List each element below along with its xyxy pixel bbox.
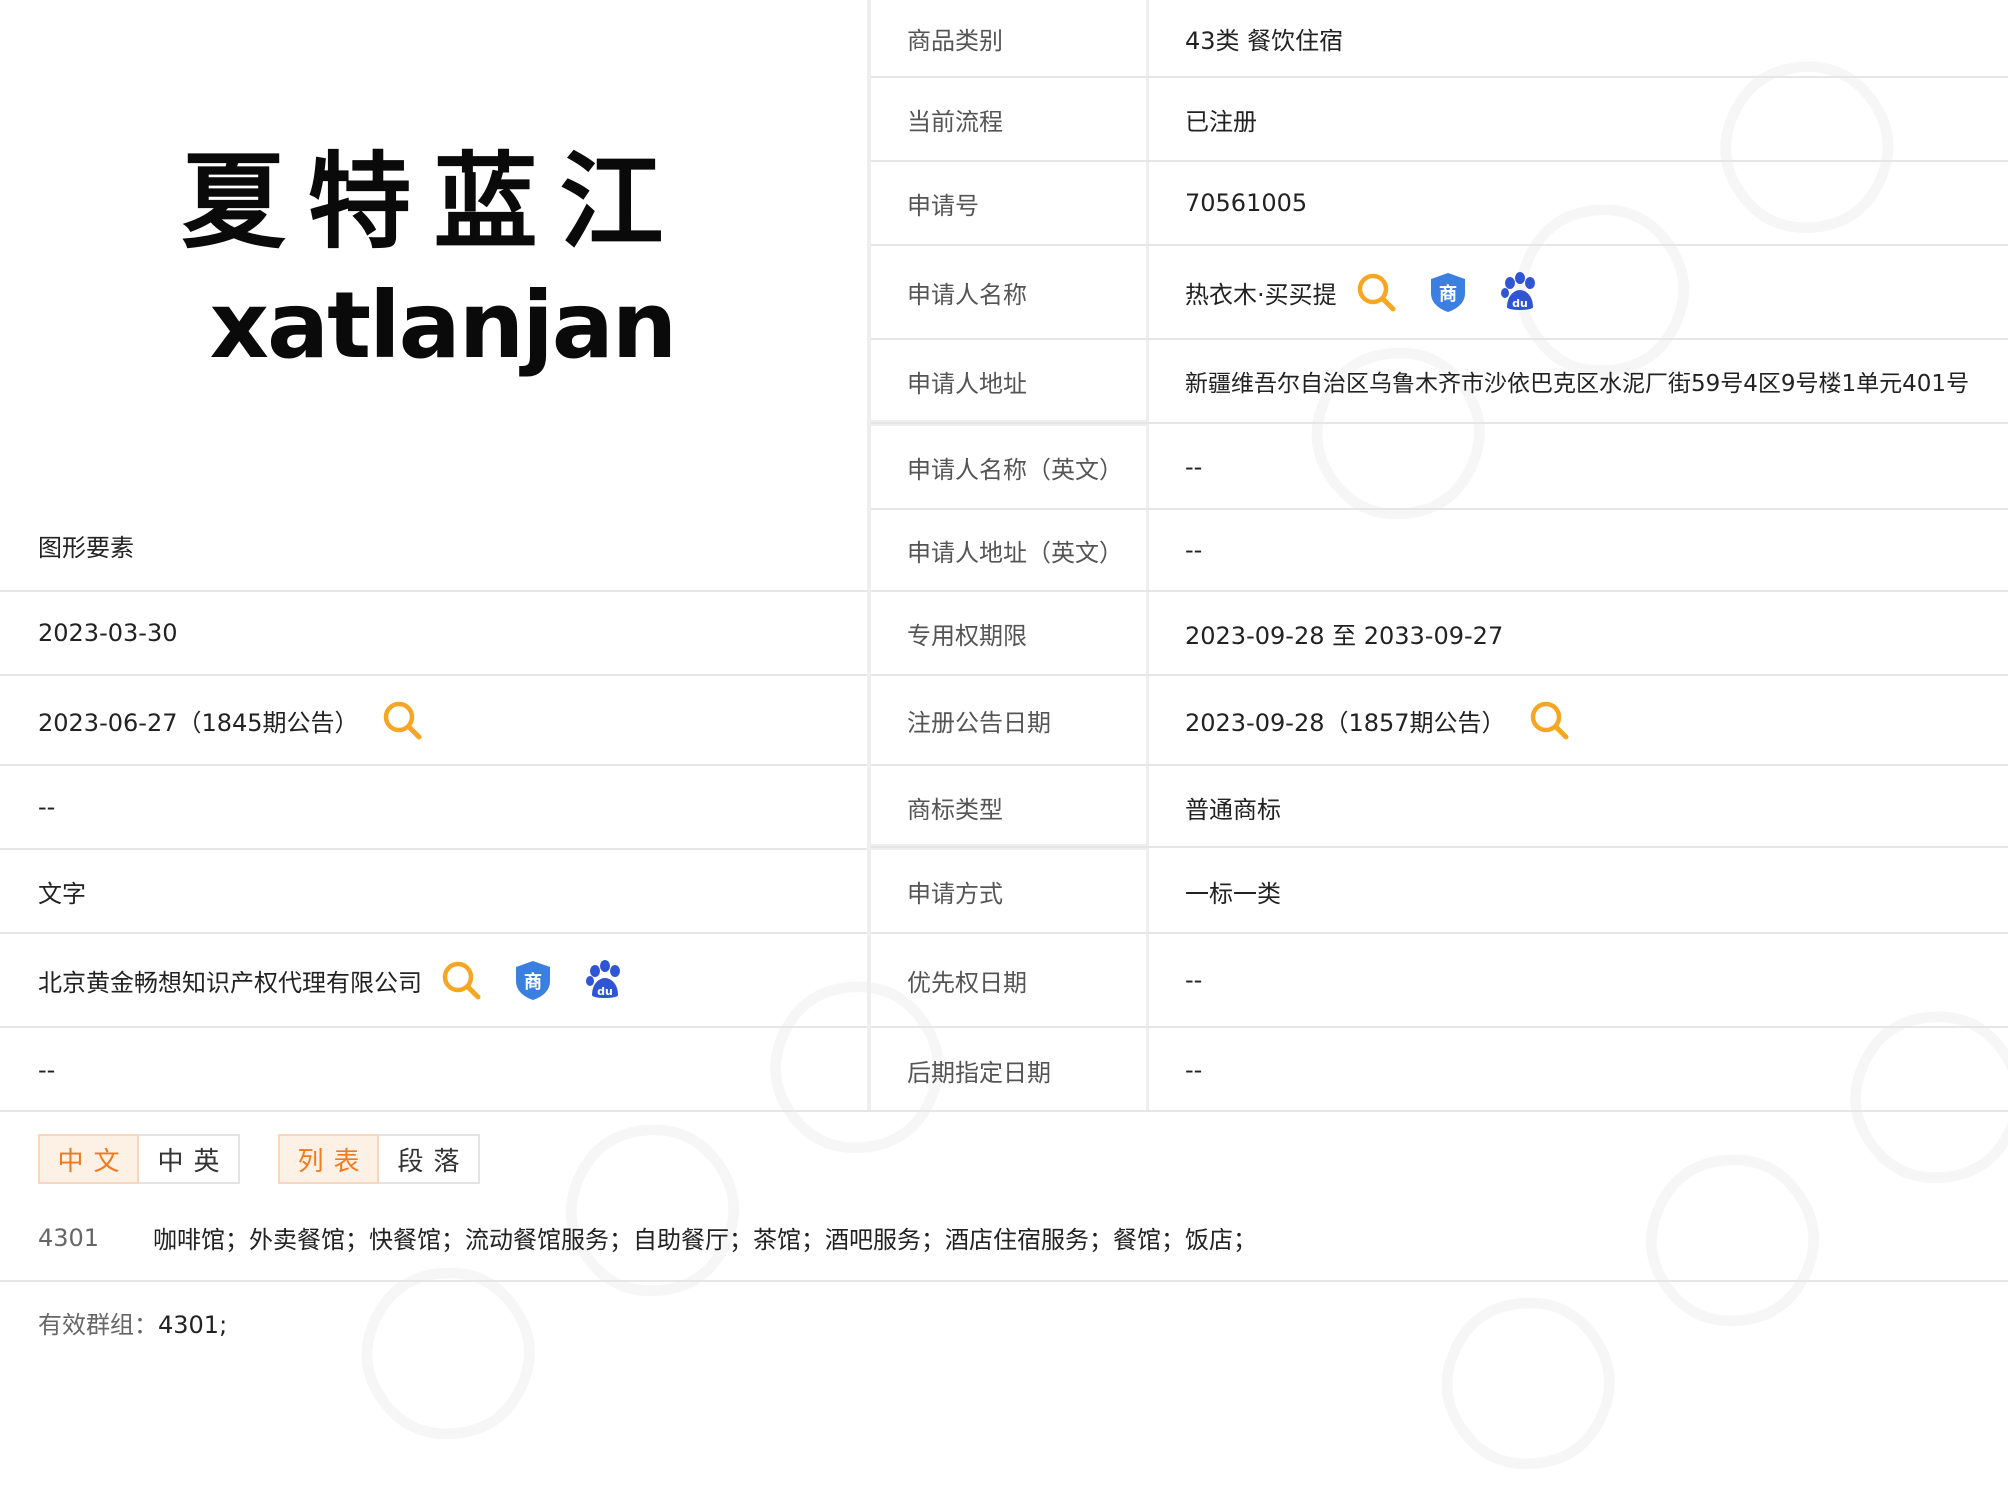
svg-text:商: 商 — [524, 971, 542, 993]
info-value: -- — [1185, 1056, 1203, 1084]
goods-items: 咖啡馆；外卖餐馆；快餐馆；流动餐馆服务；自助餐厅；茶馆；酒吧服务；酒店住宿服务；… — [153, 1226, 1257, 1254]
info-label: 申请号 — [871, 162, 1149, 244]
valid-groups-label: 有效群组： — [38, 1311, 158, 1339]
search-icon[interactable] — [381, 699, 423, 741]
info-value: 新疆维吾尔自治区乌鲁木齐市沙依巴克区水泥厂街59号4区9号楼1单元401号 — [1185, 371, 1970, 397]
row-divider — [871, 422, 2008, 424]
info-value: 2023-09-28 至 2033-09-27 — [1185, 621, 1504, 650]
info-label: 商标类型 — [871, 766, 1149, 848]
goods-row: 4301 咖啡馆；外卖餐馆；快餐馆；流动餐馆服务；自助餐厅；茶馆；酒吧服务；酒店… — [38, 1220, 1257, 1255]
info-row: 商品类别 43类 餐饮住宿 — [871, 0, 2008, 76]
info-label: 专用权期限 — [871, 592, 1149, 674]
apply-date: 2023-03-30 — [38, 619, 178, 647]
trademark-logo-en: xatlanjan — [209, 272, 678, 379]
trademark-shield-icon[interactable]: 商 — [512, 959, 554, 1001]
tab-list[interactable]: 列表 — [278, 1134, 379, 1184]
left-column: 夏特蓝江 xatlanjan 图形要素 2023-03-30 2023-06-2… — [0, 0, 867, 1084]
svg-text:商: 商 — [1439, 283, 1457, 305]
info-row: 申请方式 一标一类 — [871, 850, 2008, 932]
info-value: 普通商标 — [1185, 795, 1281, 824]
prelim-notice: 2023-06-27（1845期公告） — [38, 708, 359, 737]
tab-chinese-english[interactable]: 中英 — [139, 1134, 240, 1184]
baidu-paw-icon[interactable]: du — [584, 959, 626, 1001]
info-label: 后期指定日期 — [871, 1028, 1149, 1112]
section-divider — [0, 1280, 2008, 1282]
info-value: 43类 餐饮住宿 — [1185, 26, 1344, 55]
info-row: 申请人地址（英文） -- — [871, 510, 2008, 590]
graphic-elements-label: 图形要素 — [38, 534, 134, 562]
row-divider — [871, 846, 2008, 848]
empty-value: -- — [38, 1056, 56, 1084]
mark-form-row: 文字 — [0, 848, 867, 932]
info-label: 商品类别 — [871, 0, 1149, 76]
info-label: 当前流程 — [871, 78, 1149, 160]
tab-paragraph[interactable]: 段落 — [379, 1134, 480, 1184]
section-divider — [0, 1110, 2008, 1112]
info-value: -- — [1185, 536, 1203, 564]
info-row: 申请人名称（英文） -- — [871, 426, 2008, 508]
svg-text:du: du — [1512, 297, 1528, 310]
info-row: 申请号 70561005 — [871, 162, 2008, 244]
info-label: 申请人名称 — [871, 246, 1149, 338]
info-value: 70561005 — [1185, 189, 1308, 217]
trademark-logo-cn: 夏特蓝江 — [181, 141, 686, 263]
agent-row: 北京黄金畅想知识产权代理有限公司 商 du — [0, 932, 867, 1026]
info-row: 申请人名称 热衣木·买买提 商 du — [871, 246, 2008, 338]
info-row: 后期指定日期 -- — [871, 1028, 2008, 1112]
search-icon[interactable] — [1355, 271, 1397, 313]
info-value: -- — [1185, 966, 1203, 994]
info-row: 专用权期限 2023-09-28 至 2033-09-27 — [871, 592, 2008, 674]
info-label: 优先权日期 — [871, 934, 1149, 1026]
tab-chinese[interactable]: 中文 — [38, 1134, 139, 1184]
info-value: -- — [1185, 453, 1203, 481]
dash-row: -- — [0, 1026, 867, 1112]
info-label: 注册公告日期 — [871, 676, 1149, 764]
agent-name: 北京黄金畅想知识产权代理有限公司 — [38, 968, 422, 997]
mark-form: 文字 — [38, 879, 86, 908]
info-row: 注册公告日期 2023-09-28（1857期公告） — [871, 676, 2008, 764]
trademark-image: 夏特蓝江 xatlanjan 图形要素 — [0, 0, 867, 562]
view-tabs: 列表 段落 — [278, 1134, 480, 1186]
info-row: 商标类型 普通商标 — [871, 766, 2008, 848]
info-row: 优先权日期 -- — [871, 934, 2008, 1026]
info-value-with-icons: 2023-09-28（1857期公告） — [1149, 699, 2008, 741]
reg-notice-date: 2023-09-28（1857期公告） — [1185, 708, 1506, 737]
dash-row: -- — [0, 764, 867, 848]
valid-groups-value: 4301; — [158, 1311, 228, 1339]
goods-group-code: 4301 — [38, 1223, 100, 1252]
search-icon[interactable] — [440, 959, 482, 1001]
info-label: 申请方式 — [871, 850, 1149, 932]
language-tabs: 中文 中英 — [38, 1134, 240, 1186]
svg-text:du: du — [597, 985, 613, 998]
applicant-name: 热衣木·买买提 — [1185, 280, 1337, 309]
empty-value: -- — [38, 793, 56, 821]
info-row: 申请人地址 新疆维吾尔自治区乌鲁木齐市沙依巴克区水泥厂街59号4区9号楼1单元4… — [871, 340, 2008, 422]
info-row: 当前流程 已注册 — [871, 78, 2008, 160]
search-icon[interactable] — [1528, 699, 1570, 741]
info-label: 申请人地址 — [871, 340, 1149, 422]
info-label: 申请人名称（英文） — [871, 426, 1149, 508]
trademark-shield-icon[interactable]: 商 — [1427, 271, 1469, 313]
info-label: 申请人地址（英文） — [871, 510, 1149, 590]
apply-date-row: 2023-03-30 — [0, 590, 867, 674]
info-value-with-icons: 热衣木·买买提 商 du — [1149, 271, 2008, 313]
prelim-notice-row: 2023-06-27（1845期公告） — [0, 674, 867, 764]
info-value: 一标一类 — [1185, 879, 1281, 908]
status-value: 已注册 — [1185, 107, 1257, 136]
baidu-paw-icon[interactable]: du — [1499, 271, 1541, 313]
valid-groups: 有效群组：4301; — [38, 1305, 227, 1340]
